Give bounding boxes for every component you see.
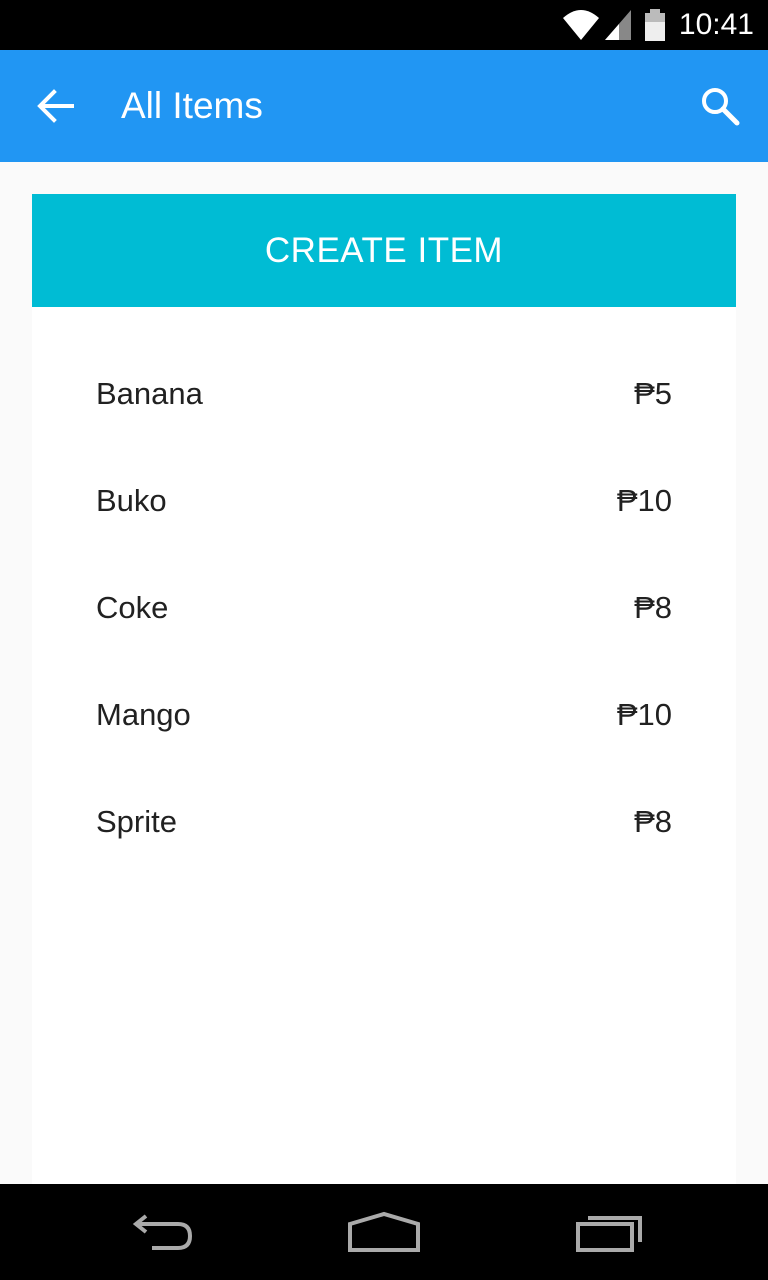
app-bar: All Items bbox=[0, 50, 768, 162]
item-name: Buko bbox=[96, 483, 167, 518]
clock: 10:41 bbox=[678, 8, 754, 41]
list-item[interactable]: Coke ₱8 bbox=[96, 578, 672, 638]
home-nav-icon[interactable] bbox=[346, 1202, 422, 1262]
item-name: Mango bbox=[96, 697, 191, 732]
item-name: Sprite bbox=[96, 804, 177, 839]
items-card: Banana ₱5 Buko ₱10 Coke ₱8 Mango ₱10 Spr… bbox=[32, 307, 736, 1184]
item-price: ₱5 bbox=[634, 376, 672, 411]
item-price: ₱10 bbox=[616, 697, 672, 732]
item-price: ₱8 bbox=[634, 590, 672, 625]
list-item[interactable]: Mango ₱10 bbox=[96, 685, 672, 745]
list-item[interactable]: Sprite ₱8 bbox=[96, 792, 672, 852]
item-name: Banana bbox=[96, 376, 203, 411]
list-item[interactable]: Banana ₱5 bbox=[96, 364, 672, 424]
item-price: ₱10 bbox=[616, 483, 672, 518]
search-icon[interactable] bbox=[700, 86, 740, 126]
status-icons: 10:41 bbox=[561, 0, 768, 50]
wifi-icon bbox=[562, 10, 599, 40]
item-name: Coke bbox=[96, 590, 169, 625]
signal-icon bbox=[604, 10, 631, 40]
arrow-back-icon[interactable] bbox=[36, 88, 76, 124]
list-item[interactable]: Buko ₱10 bbox=[96, 471, 672, 531]
recents-nav-icon[interactable] bbox=[574, 1202, 646, 1262]
battery-icon bbox=[644, 9, 665, 41]
create-item-button[interactable]: CREATE ITEM bbox=[32, 194, 736, 307]
navigation-bar bbox=[0, 1184, 768, 1280]
back-nav-icon[interactable] bbox=[124, 1202, 196, 1262]
page-title: All Items bbox=[121, 85, 263, 126]
item-price: ₱8 bbox=[634, 804, 672, 839]
status-bar: 10:41 bbox=[0, 0, 768, 50]
